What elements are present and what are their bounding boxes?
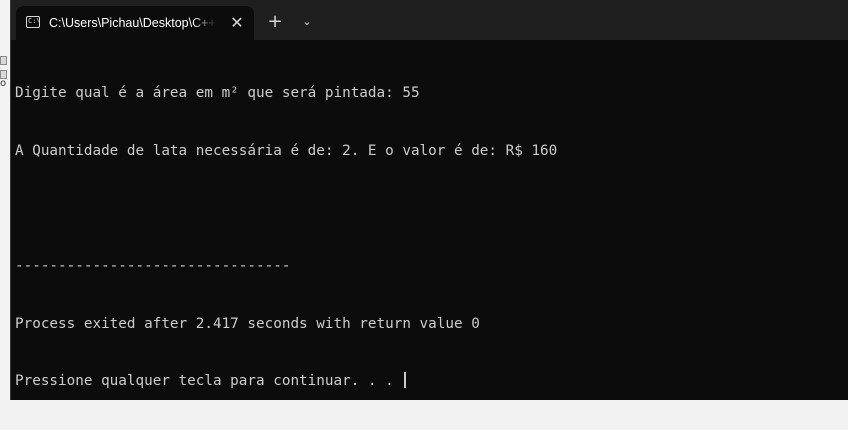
console-output[interactable]: Digite qual é a área em m² que será pint…	[15, 46, 835, 389]
new-tab-button[interactable]: +	[263, 10, 287, 34]
text-cursor	[404, 372, 407, 389]
terminal-window: C:\ C:\Users\Pichau\Desktop\C++ ✕ + ⌄ Di…	[10, 0, 848, 400]
chevron-down-icon[interactable]: ⌄	[296, 10, 318, 34]
background-window-edge: o	[0, 0, 10, 400]
terminal-icon: C:\	[26, 16, 41, 28]
console-line: Digite qual é a área em m² que será pint…	[15, 85, 420, 102]
console-line: Process exited after 2.417 seconds with …	[15, 315, 480, 332]
close-icon[interactable]: ✕	[228, 14, 246, 32]
title-bar[interactable]: C:\ C:\Users\Pichau\Desktop\C++ ✕ + ⌄	[11, 0, 848, 40]
console-line: Pressione qualquer tecla para continuar.…	[15, 373, 403, 390]
tab-title: C:\Users\Pichau\Desktop\C++	[49, 16, 216, 30]
console-line: --------------------------------	[15, 258, 291, 275]
background-text: o	[0, 78, 7, 89]
scrollbar[interactable]	[840, 40, 848, 400]
console-line: A Quantidade de lata necessária é de: 2.…	[15, 143, 558, 159]
tab-active[interactable]: C:\ C:\Users\Pichau\Desktop\C++ ✕	[16, 6, 254, 40]
console-prompt-line: Pressione qualquer tecla para continuar.…	[15, 372, 835, 391]
background-icon	[0, 56, 7, 65]
